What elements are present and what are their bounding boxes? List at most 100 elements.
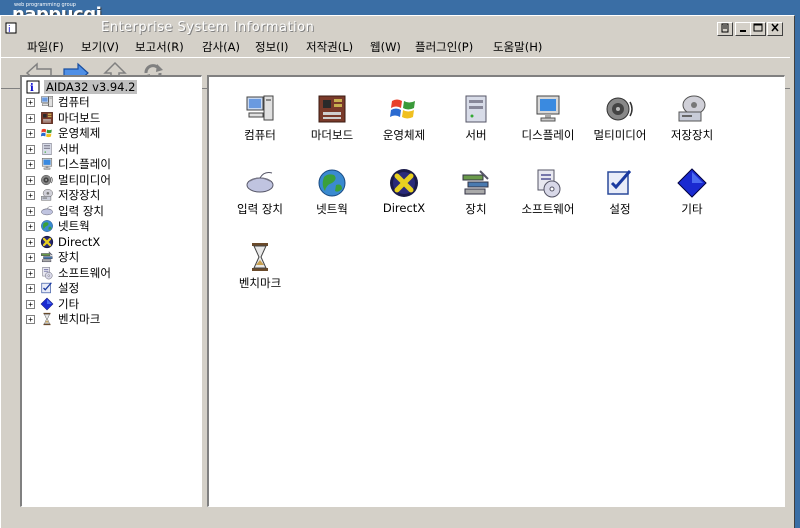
tree-item-label: DirectX [58, 234, 101, 249]
menu-web[interactable]: 웹(W) [370, 39, 401, 55]
minimize-button[interactable] [735, 22, 751, 36]
storage-icon [40, 188, 54, 202]
display-icon [532, 93, 564, 125]
watermark-subtitle: web programming group [14, 2, 76, 8]
tree-item-label: 기타 [58, 296, 80, 311]
tree-item-label: 운영체제 [58, 126, 101, 140]
hourglass-icon [40, 312, 54, 326]
expand-plus-icon[interactable]: + [26, 113, 35, 123]
aida-root-icon: i [26, 80, 40, 94]
category-item[interactable]: 운영체제 [369, 93, 439, 153]
config-icon [604, 167, 636, 199]
tree-item-label: 컴퓨터 [58, 95, 90, 109]
expand-plus-icon[interactable]: + [26, 299, 35, 309]
menu-view[interactable]: 보기(V) [81, 39, 119, 55]
software-icon [40, 266, 54, 280]
tree-item-label: 벤치마크 [58, 312, 101, 326]
tree-item-label: 디스플레이 [58, 157, 111, 171]
expand-plus-icon[interactable]: + [26, 237, 35, 247]
tree-item-label: 설정 [58, 281, 80, 295]
menu-report[interactable]: 보고서(R) [135, 39, 184, 55]
close-button[interactable] [767, 22, 783, 36]
tree-item-label: 넷트웍 [58, 219, 90, 233]
menu-info[interactable]: 정보(I) [255, 39, 289, 55]
expand-plus-icon[interactable]: + [26, 191, 35, 200]
computer-icon [40, 95, 54, 109]
expand-plus-icon[interactable]: + [26, 284, 35, 293]
expand-plus-icon[interactable]: + [26, 144, 35, 154]
expand-plus-icon[interactable]: + [26, 268, 35, 278]
category-item[interactable]: 서버 [441, 93, 511, 153]
menu-audit[interactable]: 감사(A) [202, 39, 240, 55]
server-icon [460, 93, 492, 125]
info-button[interactable] [717, 22, 733, 36]
expand-plus-icon[interactable]: + [26, 160, 35, 169]
mouse-icon [244, 167, 276, 199]
windows-flag-icon [388, 93, 420, 125]
category-item[interactable]: 벤치마크 [225, 241, 295, 301]
display-icon [40, 157, 54, 171]
expand-plus-icon[interactable]: + [26, 175, 35, 185]
minimize-icon [740, 30, 746, 32]
tree-item-label: 서버 [58, 141, 80, 156]
expand-plus-icon[interactable]: + [26, 129, 35, 138]
devices-icon [460, 167, 492, 199]
icon-pane[interactable]: 컴퓨터 마더보드 운영체제 서버 디스플레이 멀티미디어저장장치입력 장치 넷트웍 Direc… [207, 75, 785, 507]
category-item[interactable]: 컴퓨터 [225, 93, 295, 153]
tree-item-label: 멀티미디어 [58, 172, 111, 187]
category-item[interactable]: 장치 [441, 167, 511, 227]
category-item[interactable]: DirectX [369, 167, 439, 227]
close-icon [771, 23, 779, 32]
expand-plus-icon[interactable]: + [26, 222, 35, 231]
computer-icon [244, 93, 276, 125]
category-label: 벤치마크 [238, 276, 282, 290]
globe-icon [40, 219, 54, 233]
tree-item-label: 마더보드 [58, 110, 101, 125]
motherboard-icon [40, 111, 54, 125]
storage-icon [676, 93, 708, 125]
motherboard-icon [316, 93, 348, 125]
hourglass-icon [244, 241, 276, 273]
misc-diamond-icon [676, 167, 708, 199]
tree-pane[interactable]: i AIDA32 v3.94.2 + 컴퓨터 + 마더보드 + 운영체제 + 서버 + 디스플레이… [20, 75, 202, 507]
window-title-text: Enterprise System Information [101, 20, 315, 35]
menu-plugin[interactable]: 플러그인(P) [415, 39, 473, 55]
directx-icon [388, 167, 420, 199]
menu-help[interactable]: 도움말(H) [493, 39, 542, 55]
expand-plus-icon[interactable]: + [26, 315, 35, 324]
category-item[interactable]: 저장장치 [657, 93, 727, 153]
category-item[interactable]: 디스플레이 [513, 93, 583, 153]
config-icon [40, 281, 54, 295]
svg-text:i: i [30, 83, 34, 94]
menu-file[interactable]: 파일(F) [27, 39, 64, 55]
category-item[interactable]: 소프트웨어 [513, 167, 583, 227]
category-item[interactable]: 마더보드 [297, 93, 367, 153]
category-item[interactable]: 입력 장치 [225, 167, 295, 227]
expand-plus-icon[interactable]: + [26, 98, 35, 107]
devices-icon [40, 250, 54, 264]
category-item[interactable]: 기타 [657, 167, 727, 227]
maximize-button[interactable] [750, 22, 766, 36]
category-label: 저장장치 [670, 128, 714, 142]
globe-icon [316, 167, 348, 199]
category-item[interactable]: 설정 [585, 167, 655, 227]
tree-item-label: 입력 장치 [58, 203, 104, 218]
tree-item-label: 소프트웨어 [58, 265, 111, 280]
category-item[interactable]: 넷트웍 [297, 167, 367, 227]
expand-plus-icon[interactable]: + [26, 206, 35, 216]
info-icon [721, 23, 729, 33]
title-bar[interactable]: i Enterprise System Information [1, 18, 790, 38]
server-icon [40, 142, 54, 156]
windows-flag-icon [40, 126, 54, 140]
software-icon [532, 167, 564, 199]
expand-plus-icon[interactable]: + [26, 253, 35, 262]
maximize-icon [753, 23, 763, 32]
category-item[interactable]: 멀티미디어 [585, 93, 655, 153]
tree-root-label: AIDA32 v3.94.2 [44, 80, 138, 94]
app-icon[interactable]: i [5, 22, 17, 35]
menu-license[interactable]: 저작권(L) [306, 39, 353, 55]
speaker-icon [40, 173, 54, 187]
tree-item-label: 장치 [58, 250, 80, 264]
mouse-icon [40, 204, 54, 218]
misc-diamond-icon [40, 297, 54, 311]
